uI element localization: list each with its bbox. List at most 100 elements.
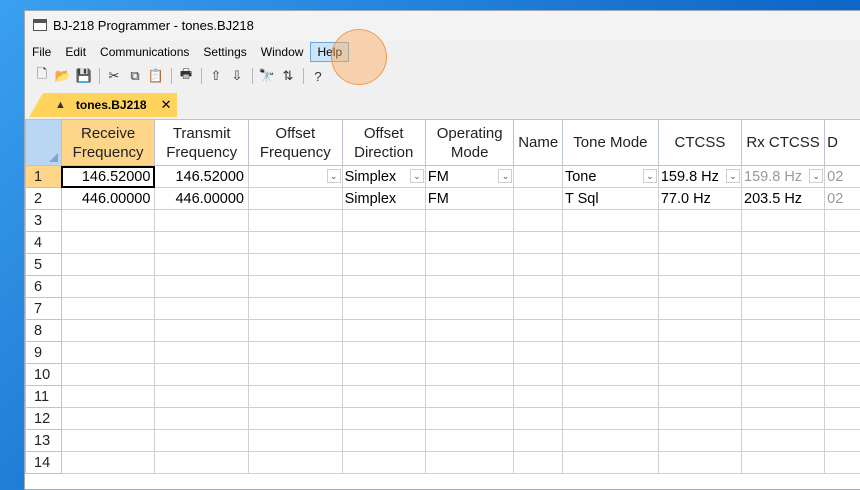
menu-communications[interactable]: Communications (93, 42, 196, 62)
move-down-icon[interactable]: ⇩ (228, 67, 246, 85)
cell-dcs[interactable] (825, 342, 860, 364)
cell-transmit-frequency[interactable] (155, 452, 249, 474)
cell-tone-mode[interactable] (562, 254, 658, 276)
cell-ctcss[interactable]: 159.8 Hz⌄ (658, 166, 741, 188)
cell-ctcss[interactable]: 77.0 Hz (658, 188, 741, 210)
cell-tone-mode[interactable] (562, 408, 658, 430)
cell-operating-mode[interactable] (425, 452, 514, 474)
cell-rx-ctcss[interactable] (742, 342, 825, 364)
cell-rx-ctcss[interactable] (742, 408, 825, 430)
cell-dcs[interactable] (825, 430, 860, 452)
cell-name[interactable] (514, 210, 563, 232)
cell-receive-frequency[interactable] (61, 430, 155, 452)
select-all-corner[interactable] (26, 120, 62, 166)
cell-receive-frequency[interactable] (61, 386, 155, 408)
cell-offset-frequency[interactable] (249, 430, 343, 452)
table-row[interactable]: 3 (26, 210, 860, 232)
cell-ctcss[interactable] (658, 452, 741, 474)
cell-transmit-frequency[interactable] (155, 298, 249, 320)
cell-ctcss[interactable] (658, 364, 741, 386)
open-icon[interactable]: 📂 (54, 67, 72, 85)
cell-dcs[interactable] (825, 232, 860, 254)
row-header[interactable]: 12 (26, 408, 62, 430)
row-header[interactable]: 6 (26, 276, 62, 298)
chevron-down-icon[interactable]: ⌄ (643, 169, 657, 183)
cell-offset-frequency[interactable]: ⌄ (249, 166, 343, 188)
cell-offset-frequency[interactable] (249, 320, 343, 342)
cell-tone-mode[interactable]: T Sql (562, 188, 658, 210)
cell-name[interactable] (514, 342, 563, 364)
cell-operating-mode[interactable] (425, 364, 514, 386)
table-row[interactable]: 1146.52000146.52000⌄Simplex⌄FM⌄Tone⌄159.… (26, 166, 860, 188)
cell-transmit-frequency[interactable] (155, 408, 249, 430)
row-header[interactable]: 14 (26, 452, 62, 474)
cell-operating-mode[interactable] (425, 276, 514, 298)
copy-icon[interactable]: ⧉ (126, 67, 144, 85)
cell-dcs[interactable] (825, 320, 860, 342)
cell-rx-ctcss[interactable] (742, 276, 825, 298)
cell-offset-direction[interactable]: Simplex⌄ (342, 166, 425, 188)
table-row[interactable]: 10 (26, 364, 860, 386)
sort-az-icon[interactable]: ⇅ (279, 67, 297, 85)
cell-ctcss[interactable] (658, 386, 741, 408)
cell-receive-frequency[interactable] (61, 210, 155, 232)
col-transmit-frequency[interactable]: Transmit Frequency (155, 120, 249, 166)
table-row[interactable]: 14 (26, 452, 860, 474)
row-header[interactable]: 4 (26, 232, 62, 254)
cell-tone-mode[interactable] (562, 276, 658, 298)
row-header[interactable]: 3 (26, 210, 62, 232)
cell-dcs[interactable] (825, 276, 860, 298)
cell-transmit-frequency[interactable] (155, 232, 249, 254)
menu-edit[interactable]: Edit (58, 42, 93, 62)
cell-operating-mode[interactable] (425, 320, 514, 342)
cell-offset-direction[interactable] (342, 232, 425, 254)
table-row[interactable]: 7 (26, 298, 860, 320)
table-row[interactable]: 2446.00000446.00000SimplexFMT Sql77.0 Hz… (26, 188, 860, 210)
cell-operating-mode[interactable] (425, 408, 514, 430)
cell-offset-frequency[interactable] (249, 342, 343, 364)
cell-operating-mode[interactable] (425, 232, 514, 254)
cell-dcs[interactable] (825, 386, 860, 408)
move-up-icon[interactable]: ⇧ (207, 67, 225, 85)
cell-rx-ctcss[interactable] (742, 386, 825, 408)
menu-help[interactable]: Help (310, 42, 349, 62)
col-tone-mode[interactable]: Tone Mode (562, 120, 658, 166)
cell-offset-frequency[interactable] (249, 232, 343, 254)
cell-offset-direction[interactable] (342, 364, 425, 386)
cell-receive-frequency[interactable] (61, 408, 155, 430)
cell-offset-direction[interactable]: Simplex (342, 188, 425, 210)
cell-ctcss[interactable] (658, 210, 741, 232)
col-offset-direction[interactable]: Offset Direction (342, 120, 425, 166)
cell-dcs[interactable] (825, 210, 860, 232)
chevron-down-icon[interactable]: ⌄ (726, 169, 740, 183)
cell-ctcss[interactable] (658, 320, 741, 342)
cell-offset-direction[interactable] (342, 452, 425, 474)
cell-offset-direction[interactable] (342, 298, 425, 320)
cell-dcs[interactable] (825, 364, 860, 386)
paste-icon[interactable]: 📋 (147, 67, 165, 85)
cell-receive-frequency[interactable] (61, 342, 155, 364)
cell-rx-ctcss[interactable] (742, 210, 825, 232)
row-header[interactable]: 2 (26, 188, 62, 210)
cell-dcs[interactable] (825, 408, 860, 430)
row-header[interactable]: 11 (26, 386, 62, 408)
cell-tone-mode[interactable] (562, 386, 658, 408)
cell-ctcss[interactable] (658, 408, 741, 430)
cell-offset-frequency[interactable] (249, 276, 343, 298)
cell-offset-direction[interactable] (342, 342, 425, 364)
tab-tones[interactable]: ▲ tones.BJ218 ✕ (29, 93, 177, 117)
cell-dcs[interactable] (825, 254, 860, 276)
cell-transmit-frequency[interactable] (155, 430, 249, 452)
chevron-down-icon[interactable]: ⌄ (498, 169, 512, 183)
cell-ctcss[interactable] (658, 254, 741, 276)
cell-operating-mode[interactable] (425, 430, 514, 452)
cell-receive-frequency[interactable] (61, 276, 155, 298)
cell-receive-frequency[interactable] (61, 298, 155, 320)
cell-rx-ctcss[interactable] (742, 298, 825, 320)
cell-receive-frequency[interactable] (61, 320, 155, 342)
cell-offset-frequency[interactable] (249, 408, 343, 430)
cell-name[interactable] (514, 364, 563, 386)
cell-ctcss[interactable] (658, 430, 741, 452)
cell-offset-direction[interactable] (342, 254, 425, 276)
cell-rx-ctcss[interactable] (742, 364, 825, 386)
